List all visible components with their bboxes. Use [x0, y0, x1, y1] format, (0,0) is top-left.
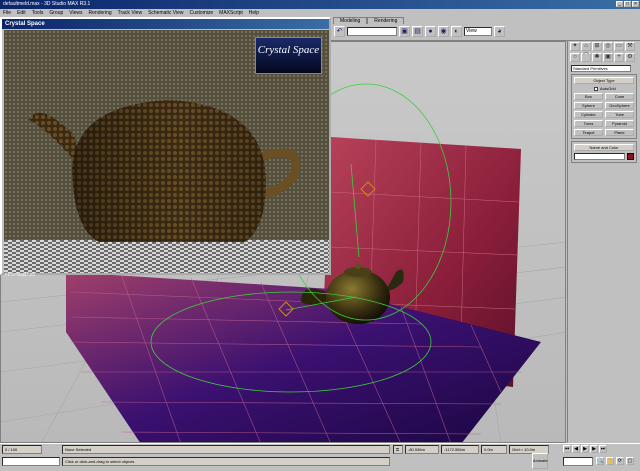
window-controls: _ □ ×: [616, 1, 639, 7]
cone-button[interactable]: Cone: [605, 93, 634, 100]
z-coordinate: 0.0m: [481, 445, 507, 454]
autogrid-row: AutoGrid: [594, 86, 634, 91]
create-category-icons: ○ ⌒ ✱ ▣ + ⚙: [568, 52, 640, 63]
undo-icon[interactable]: ↶: [334, 26, 345, 37]
box-button[interactable]: Box: [574, 93, 603, 100]
menu-bar: File Edit Tools Group Views Rendering Tr…: [0, 9, 640, 17]
maxscript-listener[interactable]: [2, 457, 60, 466]
autogrid-checkbox[interactable]: [594, 86, 598, 91]
close-button[interactable]: ×: [632, 1, 639, 7]
geometry-icon[interactable]: ○: [570, 53, 580, 62]
plane-button[interactable]: Plane: [605, 129, 634, 136]
object-color-swatch[interactable]: [627, 153, 634, 160]
cameras-icon[interactable]: ▣: [603, 53, 613, 62]
menu-customize[interactable]: Customize: [190, 9, 214, 17]
render-last-icon[interactable]: ◕: [494, 26, 505, 37]
object-type-header[interactable]: Object Type: [574, 77, 634, 84]
next-frame-icon[interactable]: ▶: [590, 445, 598, 453]
torus-button[interactable]: Torus: [574, 120, 603, 127]
utilities-tab-icon[interactable]: ⚒: [625, 42, 635, 51]
current-frame-field[interactable]: [563, 457, 593, 466]
modify-tab-icon[interactable]: ⌂: [581, 42, 591, 51]
cylinder-button[interactable]: Cylinder: [574, 111, 603, 118]
go-to-end-icon[interactable]: ⏭: [599, 445, 607, 453]
helpers-icon[interactable]: +: [614, 53, 624, 62]
teapot-button[interactable]: Teapot: [574, 129, 603, 136]
align-icon[interactable]: ▤: [412, 26, 423, 37]
menu-track-view[interactable]: Track View: [118, 9, 142, 17]
primitive-category-dropdown[interactable]: Standard Primitives: [571, 65, 631, 72]
arc-rotate-icon[interactable]: ⟳: [616, 457, 624, 465]
tube-button[interactable]: Tube: [605, 111, 634, 118]
quick-render-icon[interactable]: ◐: [451, 26, 462, 37]
fps-readout: FPS=NaN/35: [5, 272, 36, 278]
tab-modeling[interactable]: Modeling: [333, 17, 368, 24]
zoom-icon[interactable]: 🔍: [596, 457, 604, 465]
render-canvas[interactable]: Crystal Space: [4, 30, 329, 273]
y-coordinate: -1172.556m: [441, 445, 479, 454]
menu-tools[interactable]: Tools: [32, 9, 44, 17]
toolbar-icons: ↶ ▣ ▤ ● ◉ ◐ View ◕: [334, 26, 505, 37]
hierarchy-tab-icon[interactable]: ⊞: [592, 42, 602, 51]
crystal-space-window[interactable]: Crystal Space Crystal Space FPS=NaN/35: [0, 17, 331, 278]
autogrid-label: AutoGrid: [600, 86, 616, 91]
command-panel: ✦ ⌂ ⊞ ◎ ▭ ⚒ ○ ⌒ ✱ ▣ + ⚙ Standard Primiti…: [567, 41, 640, 443]
frame-counter[interactable]: 0 / 100: [2, 445, 42, 454]
x-coordinate: -80.536m: [405, 445, 439, 454]
menu-schematic-view[interactable]: Schematic View: [148, 9, 183, 17]
lock-selection-icon[interactable]: ⚿: [393, 445, 403, 454]
app-title: defaultmeld.max - 3D Studio MAX R3.1: [3, 1, 91, 7]
menu-help[interactable]: Help: [249, 9, 259, 17]
menu-views[interactable]: Views: [69, 9, 82, 17]
name-color-header[interactable]: Name and Color: [574, 144, 634, 151]
object-name-field[interactable]: [574, 153, 626, 160]
go-to-start-icon[interactable]: ⏮: [563, 445, 571, 453]
pyramid-button[interactable]: Pyramid: [605, 120, 634, 127]
command-panel-tabs: ✦ ⌂ ⊞ ◎ ▭ ⚒: [568, 41, 640, 52]
primitive-buttons: Box Cone Sphere GeoSphere Cylinder Tube …: [574, 93, 634, 136]
animate-button[interactable]: Animate: [532, 453, 548, 469]
crystal-space-logo: Crystal Space: [255, 37, 322, 74]
render-window-title: Crystal Space: [2, 19, 329, 29]
lights-icon[interactable]: ✱: [592, 53, 602, 62]
minimize-button[interactable]: _: [616, 1, 623, 7]
selection-status: None Selected: [62, 445, 390, 454]
named-selection-dropdown[interactable]: [347, 27, 397, 36]
menu-maxscript[interactable]: MAXScript: [219, 9, 243, 17]
menu-rendering[interactable]: Rendering: [89, 9, 112, 17]
geosphere-button[interactable]: GeoSphere: [605, 102, 634, 109]
maximize-viewport-icon[interactable]: ▢: [626, 457, 634, 465]
menu-file[interactable]: File: [3, 9, 11, 17]
render-scene-icon[interactable]: ◉: [438, 26, 449, 37]
maximize-button[interactable]: □: [624, 1, 631, 7]
name-color-rollout: Name and Color: [571, 141, 637, 163]
create-tab-icon[interactable]: ✦: [570, 42, 580, 51]
motion-tab-icon[interactable]: ◎: [603, 42, 613, 51]
render-type-dropdown[interactable]: View: [464, 27, 492, 36]
shapes-icon[interactable]: ⌒: [581, 53, 591, 62]
material-editor-icon[interactable]: ●: [425, 26, 436, 37]
display-tab-icon[interactable]: ▭: [614, 42, 624, 51]
tab-rendering[interactable]: Rendering: [367, 17, 405, 24]
app-title-bar: defaultmeld.max - 3D Studio MAX R3.1 _ □…: [0, 0, 640, 9]
mirror-icon[interactable]: ▣: [399, 26, 410, 37]
sphere-button[interactable]: Sphere: [574, 102, 603, 109]
prompt-line: Click or click-and-drag to select object…: [62, 457, 390, 466]
previous-frame-icon[interactable]: ◀: [572, 445, 580, 453]
checker-floor: [4, 240, 329, 273]
systems-icon[interactable]: ⚙: [625, 53, 635, 62]
status-bar: 0 / 100 None Selected Click or click-and…: [0, 443, 640, 471]
playback-controls: ⏮ ◀ ▶ ▶ ⏭: [563, 445, 607, 453]
menu-group[interactable]: Group: [49, 9, 63, 17]
play-icon[interactable]: ▶: [581, 445, 589, 453]
object-type-rollout: Object Type AutoGrid Box Cone Sphere Geo…: [571, 74, 637, 139]
menu-edit[interactable]: Edit: [17, 9, 26, 17]
toolbar-tabs: Modeling Rendering: [333, 17, 405, 24]
pan-icon[interactable]: ✋: [606, 457, 614, 465]
